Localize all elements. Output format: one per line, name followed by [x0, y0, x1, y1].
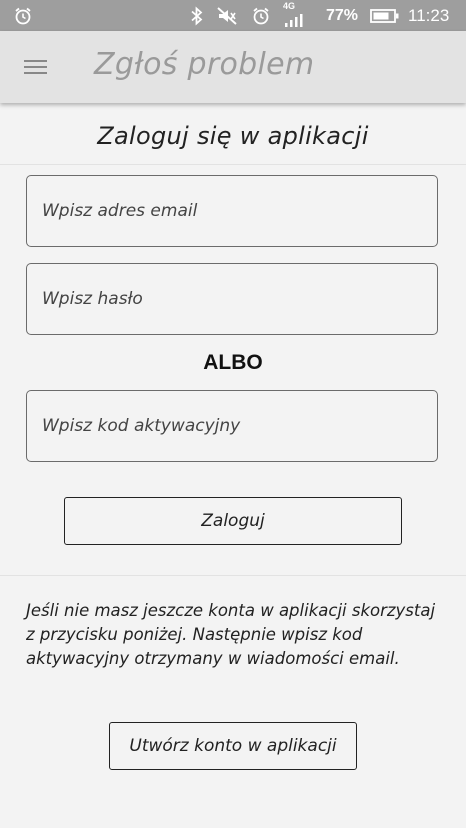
email-input[interactable]	[27, 176, 437, 246]
or-separator-label: ALBO	[203, 351, 263, 374]
bluetooth-icon	[190, 0, 204, 31]
activation-code-input[interactable]	[27, 391, 437, 461]
app-toolbar: Zgłoś problem	[0, 31, 466, 103]
alarm-clock-icon	[251, 0, 271, 31]
password-field[interactable]	[26, 263, 438, 335]
login-button[interactable]: Zaloguj	[64, 497, 402, 545]
battery-icon	[370, 0, 400, 31]
create-account-button[interactable]: Utwórz konto w aplikacji	[109, 722, 357, 770]
toolbar-title: Zgłoś problem	[94, 47, 315, 82]
battery-percent: 77%	[326, 6, 359, 24]
status-bar: 4G 77% 11:23	[0, 0, 466, 31]
password-input[interactable]	[27, 264, 437, 334]
network-type-label: 4G	[283, 1, 296, 11]
divider	[0, 575, 466, 576]
network-4g-signal-icon: 4G	[282, 0, 304, 31]
register-info-text: Jeśli nie masz jeszcze konta w aplikacji…	[26, 601, 436, 668]
vibrate-off-icon	[216, 0, 238, 31]
page-heading: Zaloguj się w aplikacji	[97, 122, 369, 150]
hamburger-menu-icon[interactable]	[16, 49, 56, 85]
clock: 11:23	[408, 5, 450, 25]
email-field[interactable]	[26, 175, 438, 247]
divider	[0, 164, 466, 165]
activation-code-field[interactable]	[26, 390, 438, 462]
alarm-icon	[13, 0, 33, 31]
